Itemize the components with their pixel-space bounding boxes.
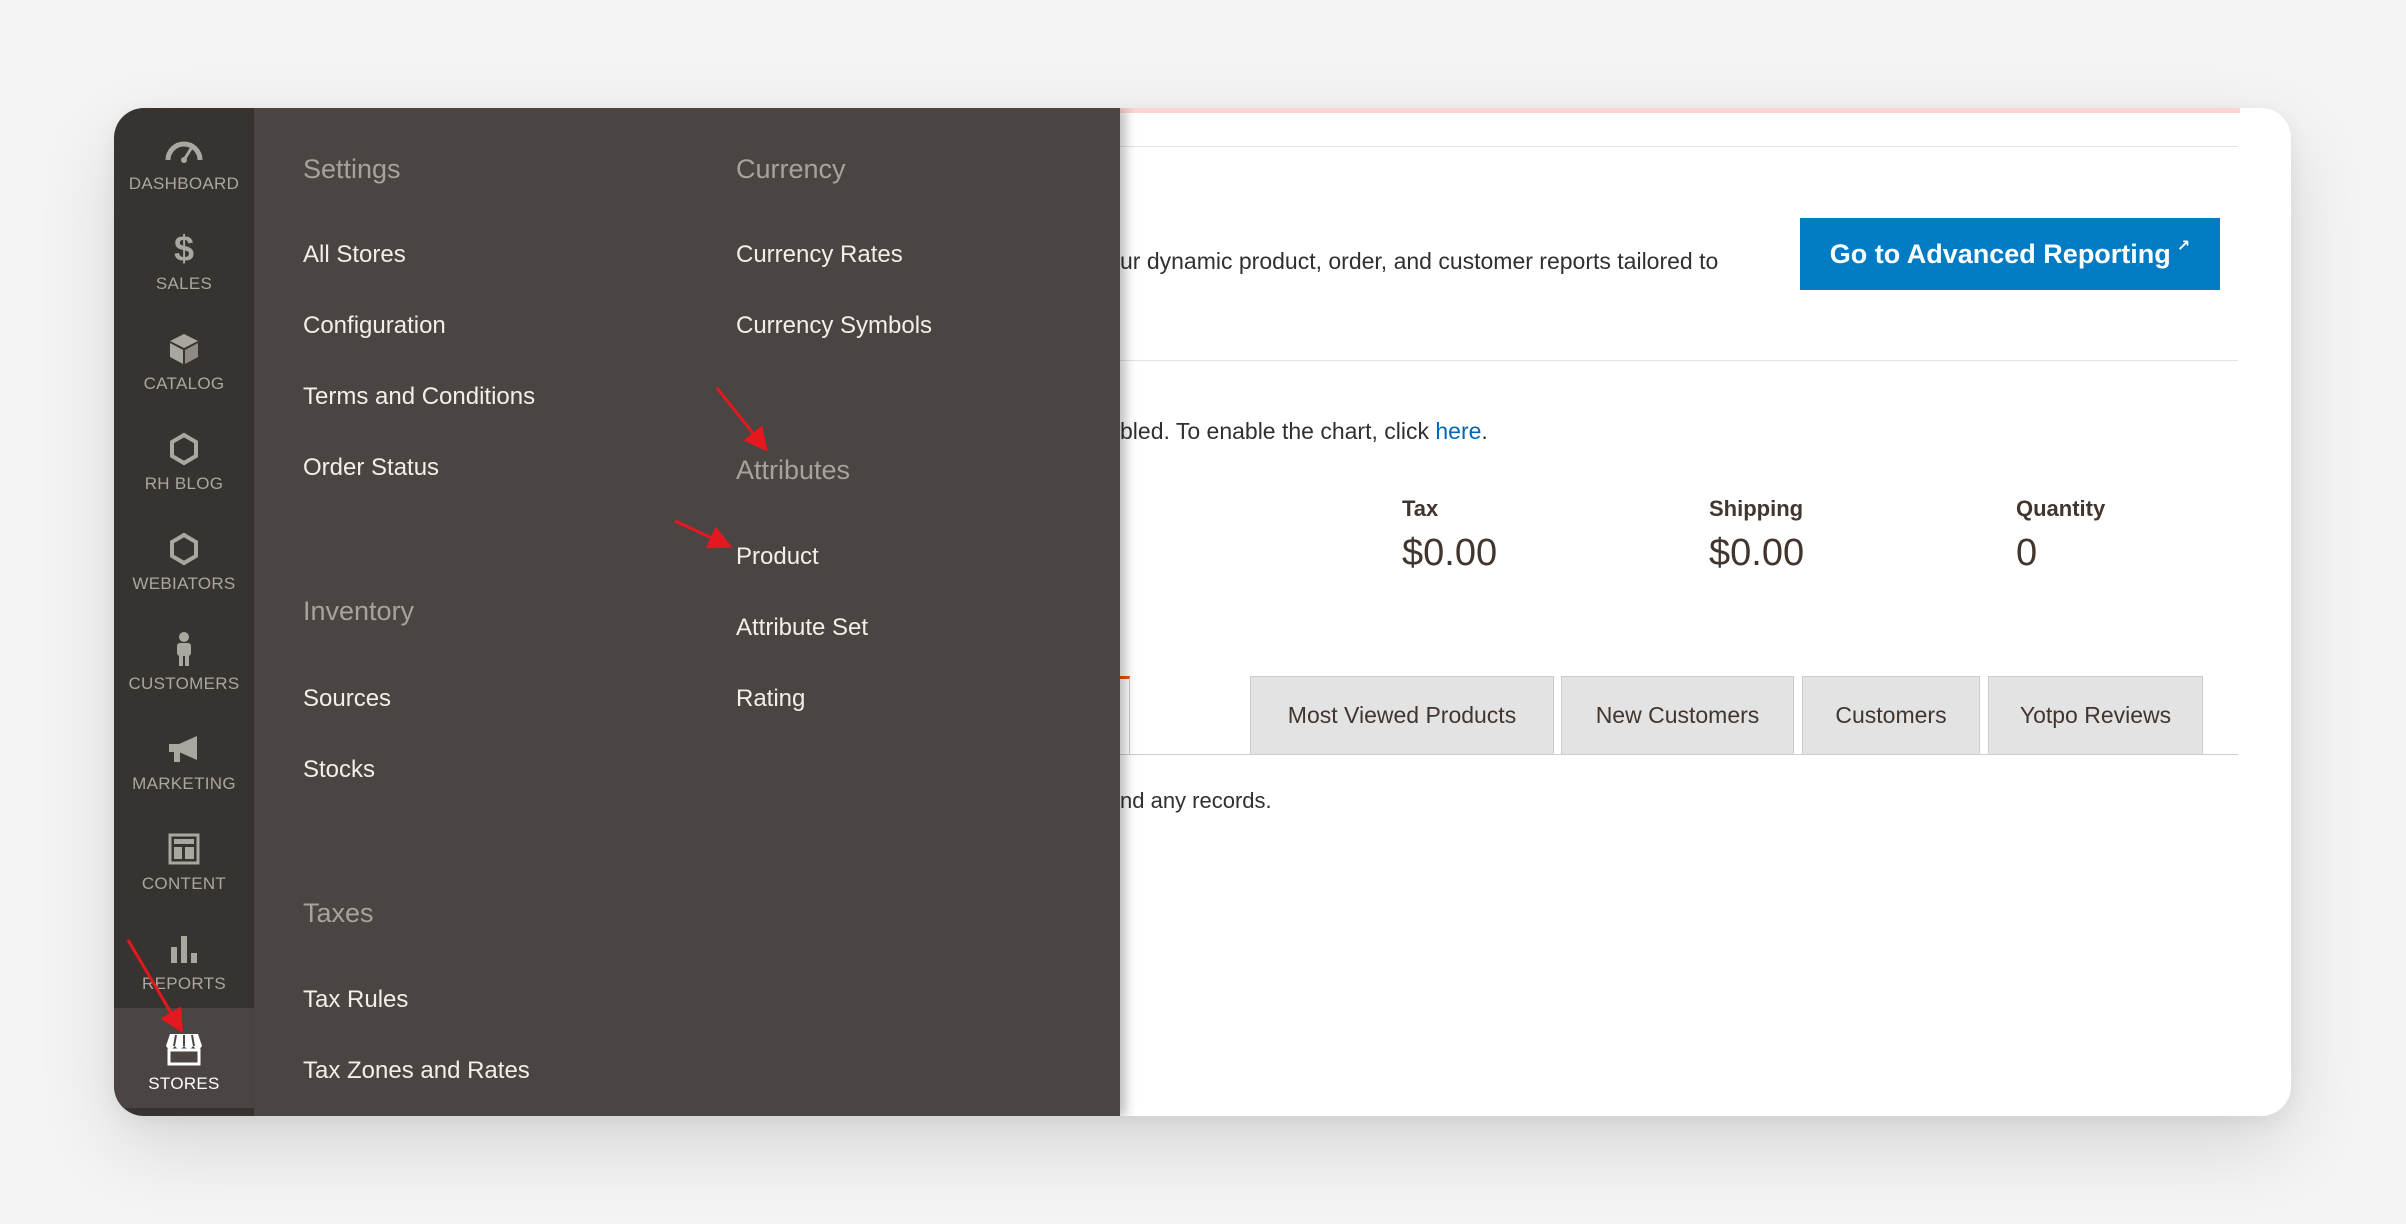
box-icon <box>164 330 204 368</box>
no-records-text: nd any records. <box>1120 788 1272 813</box>
stat-value: $0.00 <box>1402 532 1498 574</box>
dollar-icon: $ <box>173 228 195 269</box>
notice-bar <box>1120 108 2240 113</box>
nav-label: CATALOG <box>143 374 225 393</box>
stat-label: Shipping <box>1709 496 1804 521</box>
group-title-attributes: Attributes <box>736 455 851 485</box>
admin-window: ur dynamic product, order, and customer … <box>114 108 2291 1116</box>
nav-label: DASHBOARD <box>128 174 240 193</box>
menu-link-attribute-set[interactable]: Attribute Set <box>736 614 868 642</box>
stat-label: Quantity <box>2016 496 2106 521</box>
nav-item-sales[interactable]: $ SALES <box>114 208 254 308</box>
nav-item-customers[interactable]: CUSTOMERS <box>114 608 254 708</box>
nav-item-marketing[interactable]: MARKETING <box>114 708 254 808</box>
tab-new-customers[interactable]: New Customers <box>1561 676 1794 754</box>
nav-label: CONTENT <box>141 874 227 893</box>
tab-most-viewed-products[interactable]: Most Viewed Products <box>1250 676 1554 754</box>
dashboard-gauge-icon <box>164 130 204 168</box>
menu-link-product[interactable]: Product <box>736 543 819 571</box>
hexagon-icon <box>164 430 204 468</box>
stat-tax: Tax $0.00 <box>1402 496 1497 575</box>
menu-link-sources[interactable]: Sources <box>303 685 391 713</box>
layout-icon <box>164 830 204 868</box>
menu-link-currency-symbols[interactable]: Currency Symbols <box>736 312 932 340</box>
nav-label: RH BLOG <box>144 474 224 493</box>
menu-link-all-stores[interactable]: All Stores <box>303 241 406 269</box>
nav-item-reports[interactable]: REPORTS <box>114 908 254 1008</box>
advanced-reporting-text: ur dynamic product, order, and customer … <box>1120 248 1719 274</box>
divider <box>1120 360 2238 361</box>
stat-shipping: Shipping $0.00 <box>1709 496 1804 575</box>
nav-label: STORES <box>148 1074 220 1093</box>
advanced-reporting-button[interactable]: Go to Advanced Reporting ↗ <box>1800 218 2220 290</box>
nav-item-dashboard[interactable]: DASHBOARD <box>114 108 254 208</box>
advanced-reporting-button-label: Go to Advanced Reporting <box>1829 238 2171 269</box>
stat-label: Tax <box>1402 496 1439 521</box>
group-title-currency: Currency <box>736 154 846 184</box>
tab-yotpo-reviews[interactable]: Yotpo Reviews <box>1988 676 2203 754</box>
nav-item-stores[interactable]: STORES <box>114 1008 254 1108</box>
menu-link-currency-rates[interactable]: Currency Rates <box>736 241 903 269</box>
tab-active-partial[interactable] <box>1120 676 1130 754</box>
enable-chart-link[interactable]: here <box>1435 418 1481 444</box>
dashboard-main: ur dynamic product, order, and customer … <box>1120 108 2291 1116</box>
external-link-icon: ↗ <box>2176 238 2191 255</box>
hexagon-icon <box>164 530 204 568</box>
nav-label: WEBIATORS <box>132 574 236 593</box>
stat-quantity: Quantity 0 <box>2016 496 2105 575</box>
nav-item-webiators[interactable]: WEBIATORS <box>114 508 254 608</box>
divider <box>1120 146 2238 147</box>
person-icon <box>164 630 204 668</box>
menu-link-configuration[interactable]: Configuration <box>303 312 446 340</box>
nav-item-catalog[interactable]: CATALOG <box>114 308 254 408</box>
nav-label: REPORTS <box>142 974 226 993</box>
stat-value: 0 <box>2016 532 2038 574</box>
megaphone-icon <box>164 730 204 768</box>
nav-label: MARKETING <box>132 774 236 793</box>
group-title-settings: Settings <box>303 154 401 184</box>
nav-label: CUSTOMERS <box>128 674 240 693</box>
menu-link-tax-zones-and-rates[interactable]: Tax Zones and Rates <box>303 1057 530 1085</box>
admin-sidebar: DASHBOARD $ SALES CATALOG RH BLOG WEBIAT… <box>114 108 254 1116</box>
menu-link-stocks[interactable]: Stocks <box>303 756 375 784</box>
nav-label: SALES <box>155 274 213 293</box>
storefront-icon <box>164 1030 204 1068</box>
chart-disabled-text: bled. To enable the chart, click here. <box>1120 418 1488 444</box>
menu-link-order-status[interactable]: Order Status <box>303 454 439 482</box>
menu-link-terms-and-conditions[interactable]: Terms and Conditions <box>303 383 535 411</box>
bar-chart-icon <box>164 930 204 968</box>
stores-flyout-menu: Settings All Stores Configuration Terms … <box>254 108 1120 1116</box>
menu-link-tax-rules[interactable]: Tax Rules <box>303 986 408 1014</box>
nav-item-rh-blog[interactable]: RH BLOG <box>114 408 254 508</box>
menu-link-rating[interactable]: Rating <box>736 685 805 713</box>
group-title-inventory: Inventory <box>303 596 415 626</box>
stat-value: $0.00 <box>1709 532 1805 574</box>
tab-customers[interactable]: Customers <box>1802 676 1980 754</box>
group-title-taxes: Taxes <box>303 898 374 928</box>
nav-item-content[interactable]: CONTENT <box>114 808 254 908</box>
tab-baseline <box>1120 754 2238 755</box>
